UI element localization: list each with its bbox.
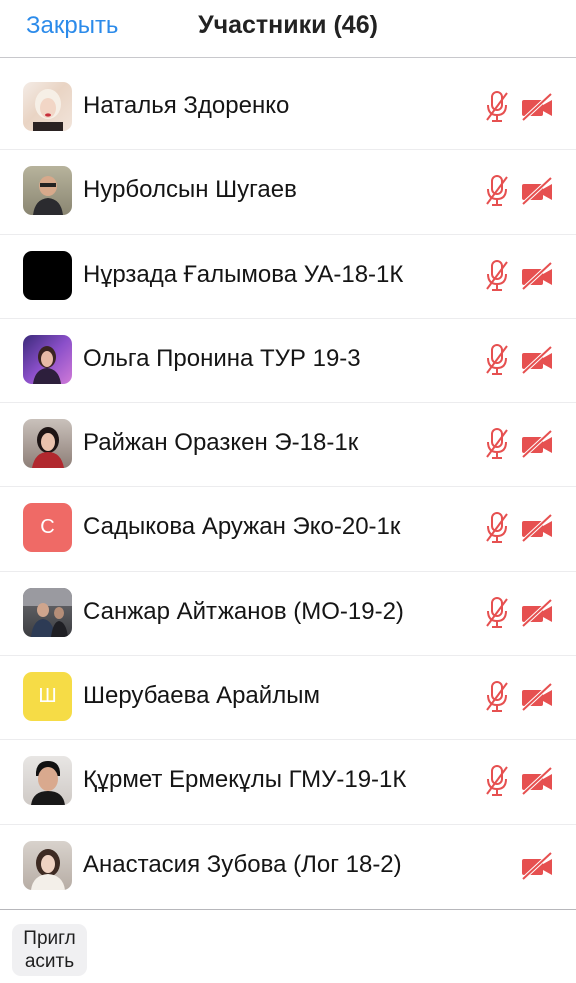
footer-bar: Пригл асить — [0, 909, 576, 983]
mic-muted-icon[interactable] — [484, 764, 510, 798]
invite-button[interactable]: Пригл асить — [12, 924, 87, 976]
avatar-photo — [31, 848, 65, 890]
mic-muted-icon[interactable] — [484, 680, 510, 714]
participant-row[interactable]: Санжар Айтжанов (МО-19-2) — [0, 572, 576, 657]
avatar — [23, 166, 72, 216]
avatar — [23, 840, 72, 890]
avatar-photo — [33, 345, 61, 384]
participant-row[interactable]: Құрмет Ермекұлы ГМУ-19-1К — [0, 740, 576, 825]
avatar — [23, 419, 72, 469]
participant-row[interactable]: Нурболсын Шугаев — [0, 150, 576, 235]
mic-muted-icon[interactable] — [484, 596, 510, 630]
avatar — [23, 82, 72, 131]
avatar — [23, 250, 72, 300]
mic-muted-icon[interactable] — [484, 90, 510, 124]
avatar — [23, 334, 72, 384]
participant-name: Анастасия Зубова (Лог 18-2) — [83, 850, 402, 878]
video-off-icon[interactable] — [520, 851, 554, 880]
invite-label-line1: Пригл — [23, 928, 76, 949]
participant-row[interactable]: Ш Шерубаева Арайлым — [0, 656, 576, 741]
participant-row[interactable]: Райжан Оразкен Э-18-1к — [0, 403, 576, 488]
mic-muted-icon[interactable] — [484, 343, 510, 377]
mic-muted-icon[interactable] — [484, 174, 510, 208]
avatar — [23, 587, 72, 637]
video-off-icon[interactable] — [520, 598, 554, 627]
participant-row[interactable]: С Садыкова Аружан Эко-20-1к — [0, 487, 576, 572]
participant-row[interactable]: Нұрзада Ғалымова УА-18-1К — [0, 235, 576, 319]
participants-list: Наталья Здоренко Нурболсын Шугаев Нұрзад… — [0, 66, 576, 909]
participant-name: Нұрзада Ғалымова УА-18-1К — [83, 260, 404, 288]
video-off-icon[interactable] — [520, 767, 554, 796]
avatar-photo — [33, 89, 63, 131]
video-off-icon[interactable] — [520, 345, 554, 374]
participant-name: Санжар Айтжанов (МО-19-2) — [83, 597, 404, 625]
avatar: Ш — [23, 672, 72, 722]
participant-row[interactable]: Наталья Здоренко — [0, 66, 576, 151]
video-off-icon[interactable] — [520, 430, 554, 459]
participant-name: Садыкова Аружан Эко-20-1к — [83, 513, 401, 541]
page-title: Участники (46) — [0, 11, 576, 40]
video-off-icon[interactable] — [520, 93, 554, 121]
video-off-icon[interactable] — [520, 261, 554, 290]
header-bar: Закрыть Участники (46) — [0, 0, 576, 58]
video-off-icon[interactable] — [520, 683, 554, 712]
avatar: С — [23, 503, 72, 553]
invite-label-line2: асить — [24, 951, 75, 972]
participant-name: Ольга Пронина ТУР 19-3 — [83, 344, 361, 372]
participant-name: Наталья Здоренко — [83, 92, 290, 119]
page-title-text: Участники (46) — [198, 11, 378, 39]
avatar-photo — [31, 761, 65, 806]
avatar-letter: С — [40, 516, 55, 539]
avatar-photo — [32, 427, 64, 469]
mic-muted-icon[interactable] — [484, 511, 510, 545]
video-off-icon[interactable] — [520, 514, 554, 543]
avatar-photo — [33, 176, 63, 216]
avatar-letter: Ш — [38, 685, 57, 708]
avatar-photo — [23, 587, 72, 637]
participant-row[interactable]: Ольга Пронина ТУР 19-3 — [0, 319, 576, 404]
participant-name: Шерубаева Арайлым — [83, 682, 320, 710]
participant-row[interactable]: Анастасия Зубова (Лог 18-2) — [0, 825, 576, 909]
mic-muted-icon[interactable] — [484, 259, 510, 293]
participant-name: Нурболсын Шугаев — [83, 176, 297, 204]
video-off-icon[interactable] — [520, 177, 554, 206]
participant-name: Райжан Оразкен Э-18-1к — [83, 429, 359, 457]
mic-muted-icon[interactable] — [484, 427, 510, 461]
participant-name: Құрмет Ермекұлы ГМУ-19-1К — [83, 766, 407, 794]
avatar — [23, 756, 72, 806]
